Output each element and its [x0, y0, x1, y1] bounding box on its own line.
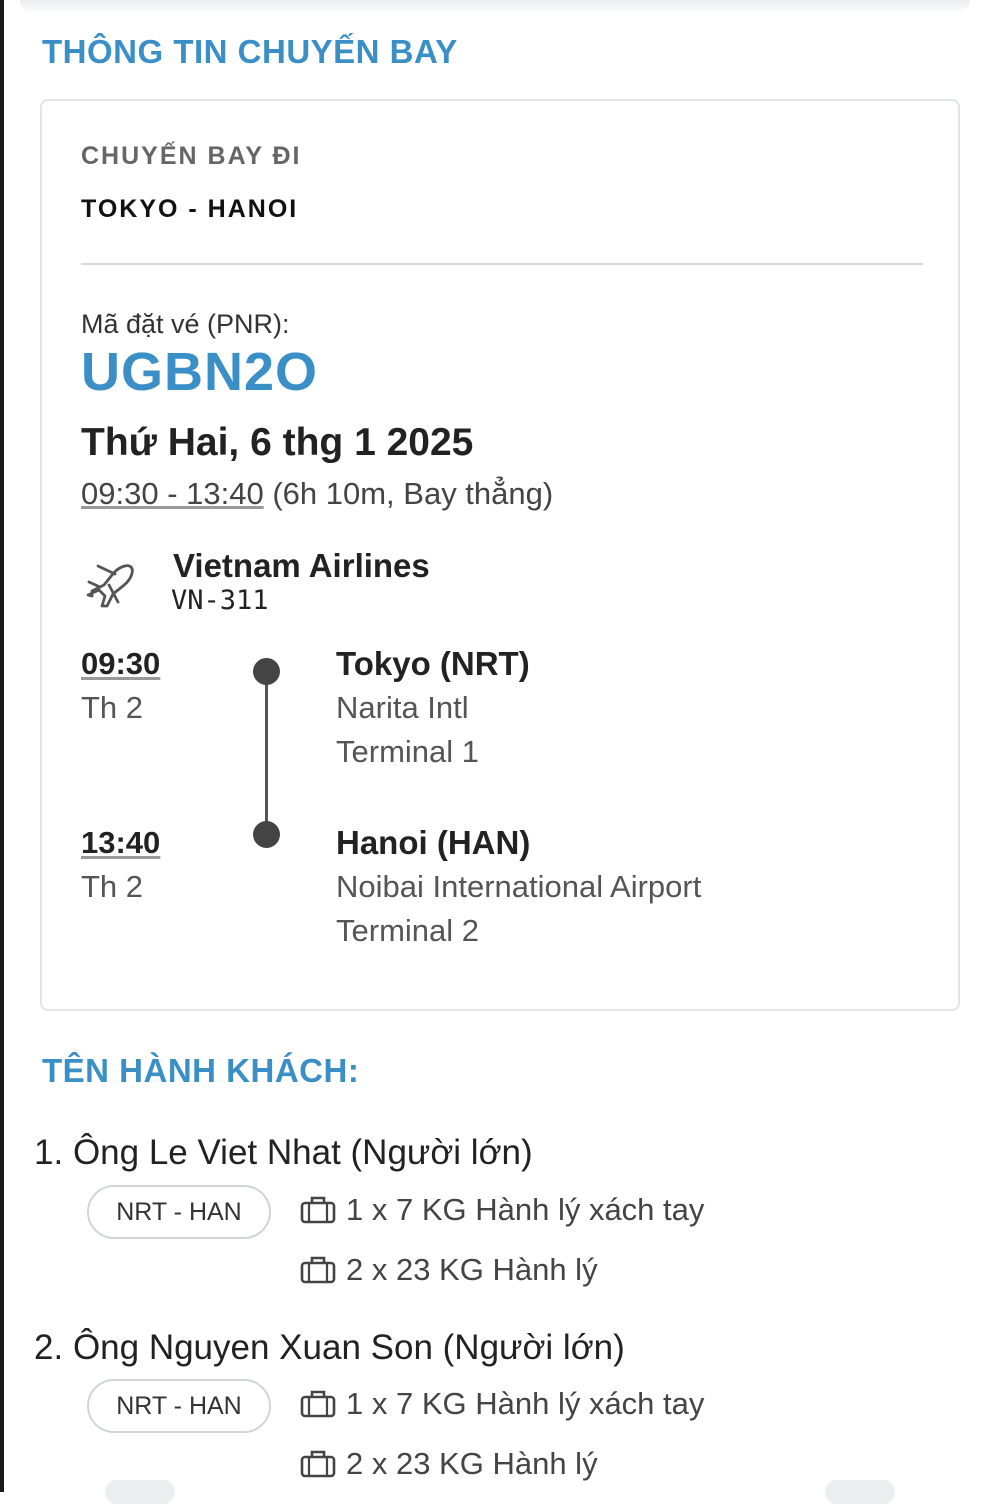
duration-info: (6h 10m, Bay thẳng)	[272, 476, 554, 511]
flight-card: CHUYẾN BAY ĐI TOKYO - HANOI Mã đặt vé (P…	[40, 99, 960, 1011]
passenger-index: 1.	[34, 1133, 64, 1172]
departure-day: Th 2	[81, 690, 144, 725]
arrival-dot	[253, 821, 280, 848]
checked-baggage: 2 x 23 KG Hành lý	[300, 1446, 598, 1482]
checked-baggage-label: 2 x 23 KG Hành lý	[346, 1252, 598, 1287]
carry-on-baggage: 1 x 7 KG Hành lý xách tay	[300, 1386, 704, 1422]
time-range: 09:30 - 13:40	[81, 476, 264, 511]
route-label: TOKYO - HANOI	[81, 195, 299, 223]
luggage-icon	[300, 1450, 336, 1478]
pnr-label: Mã đặt vé (PNR):	[81, 309, 290, 339]
flight-number: VN-311	[171, 585, 269, 616]
carry-on-baggage: 1 x 7 KG Hành lý xách tay	[300, 1192, 704, 1228]
departure-time: 09:30	[81, 646, 161, 681]
arrival-airport: Noibai International Airport	[336, 869, 702, 904]
passenger-name: 1. Ông Le Viet Nhat (Người lớn)	[34, 1133, 533, 1173]
luggage-icon	[300, 1256, 336, 1284]
luggage-icon	[300, 1390, 336, 1418]
arrival-day: Th 2	[81, 869, 144, 904]
departure-dot	[253, 658, 280, 685]
departure-terminal: Terminal 1	[336, 734, 479, 769]
checked-baggage: 2 x 23 KG Hành lý	[300, 1252, 598, 1288]
pnr-code: UGBN2O	[81, 342, 319, 402]
bottom-bar-left	[105, 1480, 175, 1504]
carry-on-label: 1 x 7 KG Hành lý xách tay	[346, 1192, 705, 1227]
departure-airport: Narita Intl	[336, 690, 469, 725]
divider	[81, 263, 923, 265]
carry-on-label: 1 x 7 KG Hành lý xách tay	[346, 1386, 705, 1421]
top-card-edge	[20, 0, 970, 14]
airplane-icon	[86, 564, 134, 608]
route-chip: NRT - HAN	[87, 1185, 271, 1239]
checked-baggage-label: 2 x 23 KG Hành lý	[346, 1446, 598, 1481]
time-summary: 09:30 - 13:40 (6h 10m, Bay thẳng)	[81, 476, 553, 512]
bottom-bar-right	[825, 1480, 895, 1504]
window-edge	[0, 0, 4, 1492]
direction-label: CHUYẾN BAY ĐI	[81, 142, 302, 170]
arrival-city: Hanoi (HAN)	[336, 824, 531, 861]
passengers-title: TÊN HÀNH KHÁCH:	[42, 1052, 360, 1089]
airline-name: Vietnam Airlines	[173, 547, 430, 584]
passenger-full-name: Ông Le Viet Nhat (Người lớn)	[72, 1133, 533, 1172]
route-chip: NRT - HAN	[87, 1379, 271, 1433]
departure-city: Tokyo (NRT)	[336, 645, 530, 682]
timeline-line	[265, 671, 268, 835]
arrival-time: 13:40	[81, 825, 161, 860]
luggage-icon	[300, 1196, 336, 1224]
flight-info-title: THÔNG TIN CHUYẾN BAY	[42, 33, 458, 70]
passenger-index: 2.	[34, 1328, 64, 1367]
arrival-terminal: Terminal 2	[336, 913, 479, 948]
passenger-full-name: Ông Nguyen Xuan Son (Người lớn)	[72, 1328, 625, 1367]
flight-date: Thứ Hai, 6 thg 1 2025	[81, 421, 474, 464]
passenger-name: 2. Ông Nguyen Xuan Son (Người lớn)	[34, 1328, 625, 1368]
